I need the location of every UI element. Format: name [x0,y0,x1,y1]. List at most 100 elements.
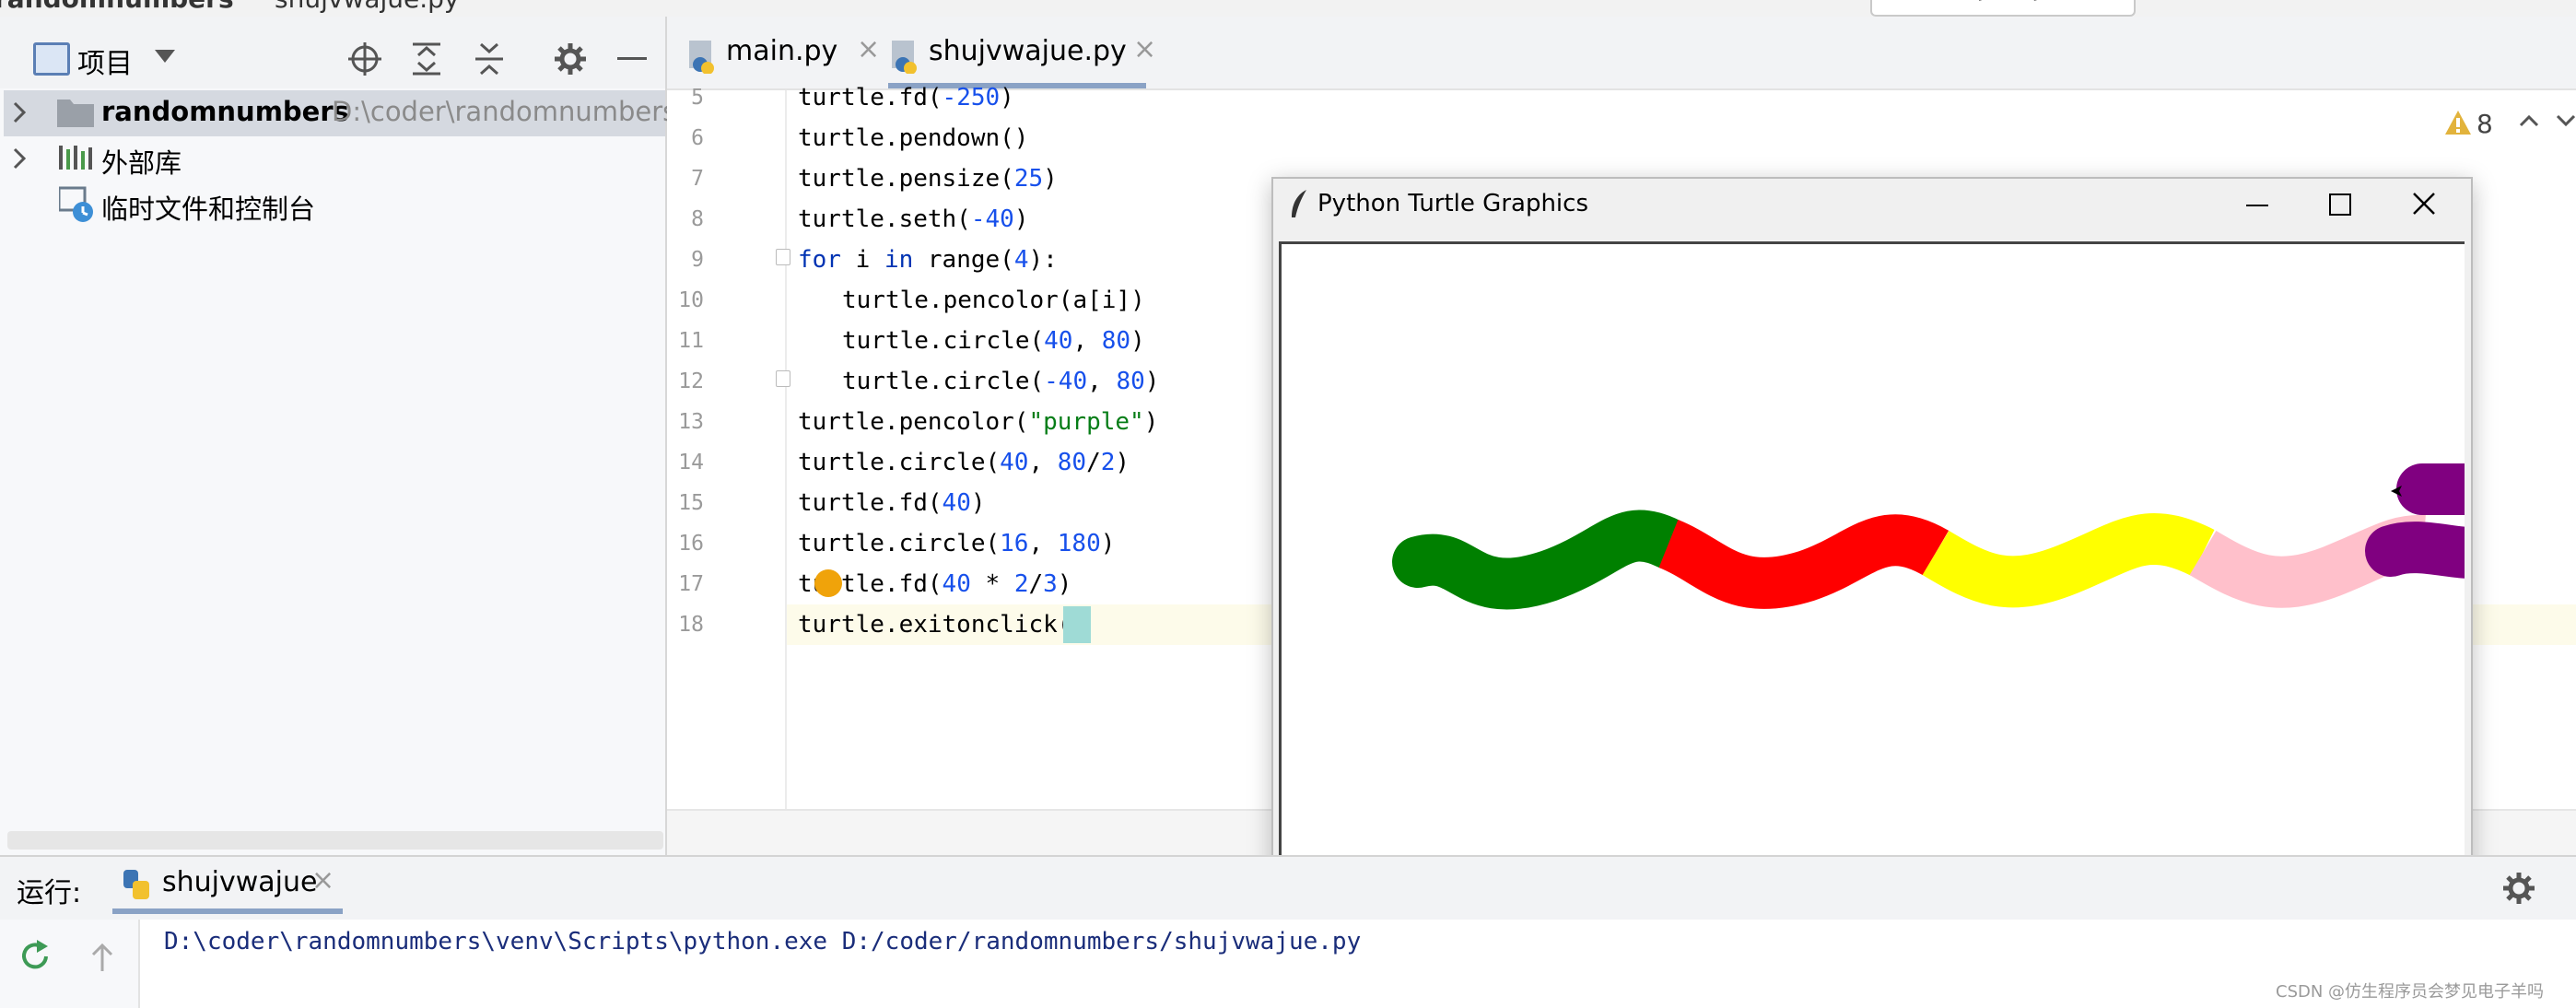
warning-icon [2445,111,2471,135]
code-line[interactable]: turtle.circle(40, 80/2) [798,442,1130,483]
code-token: for [798,246,841,274]
code-token: ) [1100,530,1116,557]
code-token: 80 [1057,449,1087,476]
tab-label: shujvwajue.py [929,35,1127,67]
code-token: turtle.circle( [798,449,1001,476]
run-panel-label: 运行: [17,877,82,909]
fold-marker-icon[interactable] [776,249,790,265]
code-token: ) [1130,327,1145,355]
locate-icon[interactable] [348,42,381,76]
line-number: 6 [691,126,704,150]
run-config-select[interactable]: shujvwajue [1870,0,2136,17]
breadcrumb-project[interactable]: randomnumbers [0,0,234,14]
code-token: , [1028,530,1058,557]
fold-end-icon[interactable] [776,370,790,387]
window-minimize-button[interactable] [2246,205,2268,206]
tree-item-path: D:\coder\randomnumbers [332,96,677,127]
folder-icon [57,100,94,127]
code-token: ) [1000,84,1014,111]
minimize-panel-icon[interactable] [617,57,647,60]
close-run-tab-icon[interactable]: × [311,864,334,897]
chevron-up-icon[interactable] [2519,114,2539,127]
tree-item-external-libs[interactable]: 外部库 [13,138,658,181]
code-token: / [1028,570,1044,598]
line-number: 5 [691,86,704,110]
code-token: turtle.circle( [842,368,1045,395]
tab-label: main.py [726,35,838,67]
python-file-icon [689,41,714,74]
library-icon [59,146,92,170]
tree-item-label: randomnumbers [101,96,349,127]
code-line[interactable]: for i in range(4): [798,240,1058,280]
code-line[interactable]: turtle.seth(-40) [798,199,1028,240]
code-token: 180 [1057,530,1101,557]
expand-all-icon[interactable] [411,41,442,77]
chevron-right-icon[interactable] [13,147,26,170]
code-token: turtle.seth( [798,205,971,233]
collapse-all-icon[interactable] [474,41,505,77]
line-number: 12 [678,369,704,393]
breadcrumb-file[interactable]: shujvwajue.py [275,0,459,14]
gear-icon[interactable] [554,42,587,76]
close-tab-icon[interactable]: × [857,33,880,65]
line-number: 9 [691,248,704,272]
code-line[interactable]: turtle.pensize(25) [798,158,1058,199]
code-token: 40 [942,489,971,517]
code-line[interactable]: turtle.circle(16, 180) [798,523,1115,564]
code-token: * [970,570,1014,598]
scratch-console-icon [59,186,93,222]
code-line[interactable]: turtle.fd(-250) [798,77,1014,118]
snake-drawing [1392,463,2537,610]
code-token: turtle.fd( [798,84,943,111]
tree-item-scratches[interactable]: 临时文件和控制台 [13,184,658,227]
code-token: range( [913,246,1014,274]
code-line[interactable]: turtle.circle(40, 80) [842,321,1145,361]
project-view-icon[interactable] [33,42,70,76]
line-number: 7 [691,167,704,191]
code-token: 3 [1043,570,1058,598]
line-number: 15 [678,491,704,515]
bulb-icon[interactable] [814,569,842,597]
python-icon [123,870,149,899]
close-tab-icon[interactable]: × [1133,33,1156,65]
code-line[interactable]: turtle.circle(-40, 80) [842,361,1159,402]
code-token: -40 [970,205,1014,233]
code-line[interactable]: turtle.pencolor(a[i]) [842,280,1145,321]
run-config-label: shujvwajue [1937,0,2071,2]
snake-segment-green [1392,510,1694,610]
code-token: 16 [1000,530,1029,557]
gear-icon[interactable] [2502,872,2535,905]
turtle-canvas[interactable] [1279,241,2537,876]
code-token: ) [970,489,986,517]
code-token: 2 [1100,449,1116,476]
line-number: 13 [678,410,704,434]
window-close-button[interactable] [2412,192,2436,216]
warning-count: 8 [2476,109,2493,139]
code-line[interactable]: turtle.pencolor("purple") [798,402,1158,442]
tree-item-label: 外部库 [101,147,182,179]
horizontal-scrollbar[interactable] [7,831,663,850]
code-token: turtle.circle( [842,327,1045,355]
code-token: -250 [942,84,1001,111]
chevron-down-icon[interactable] [2556,114,2576,127]
rerun-icon[interactable] [18,940,52,973]
code-line[interactable]: turtle.exitonclick() [798,604,1086,645]
code-line[interactable]: turtle.fd(40) [798,483,986,523]
project-panel-title[interactable]: 项目 [77,41,133,81]
run-tab-label: shujvwajue [162,866,318,898]
watermark: CSDN @仿生程序员会梦见电子羊吗 [2276,982,2545,1002]
line-number: 11 [678,329,704,353]
line-number: 18 [678,613,704,637]
arrow-up-icon[interactable] [90,940,114,973]
code-line[interactable]: turtle.pendown() [798,118,1028,158]
chevron-down-icon[interactable] [155,50,175,63]
run-panel-header [0,855,2576,920]
code-token: 40 [942,570,971,598]
window-maximize-button[interactable] [2329,193,2351,216]
chevron-right-icon[interactable] [13,101,26,123]
line-number: 16 [678,532,704,556]
code-token: ) [1057,570,1072,598]
code-token: 2 [1013,570,1029,598]
turtle-window-title: Python Turtle Graphics [1317,190,1588,217]
code-token: 80 [1101,327,1131,355]
